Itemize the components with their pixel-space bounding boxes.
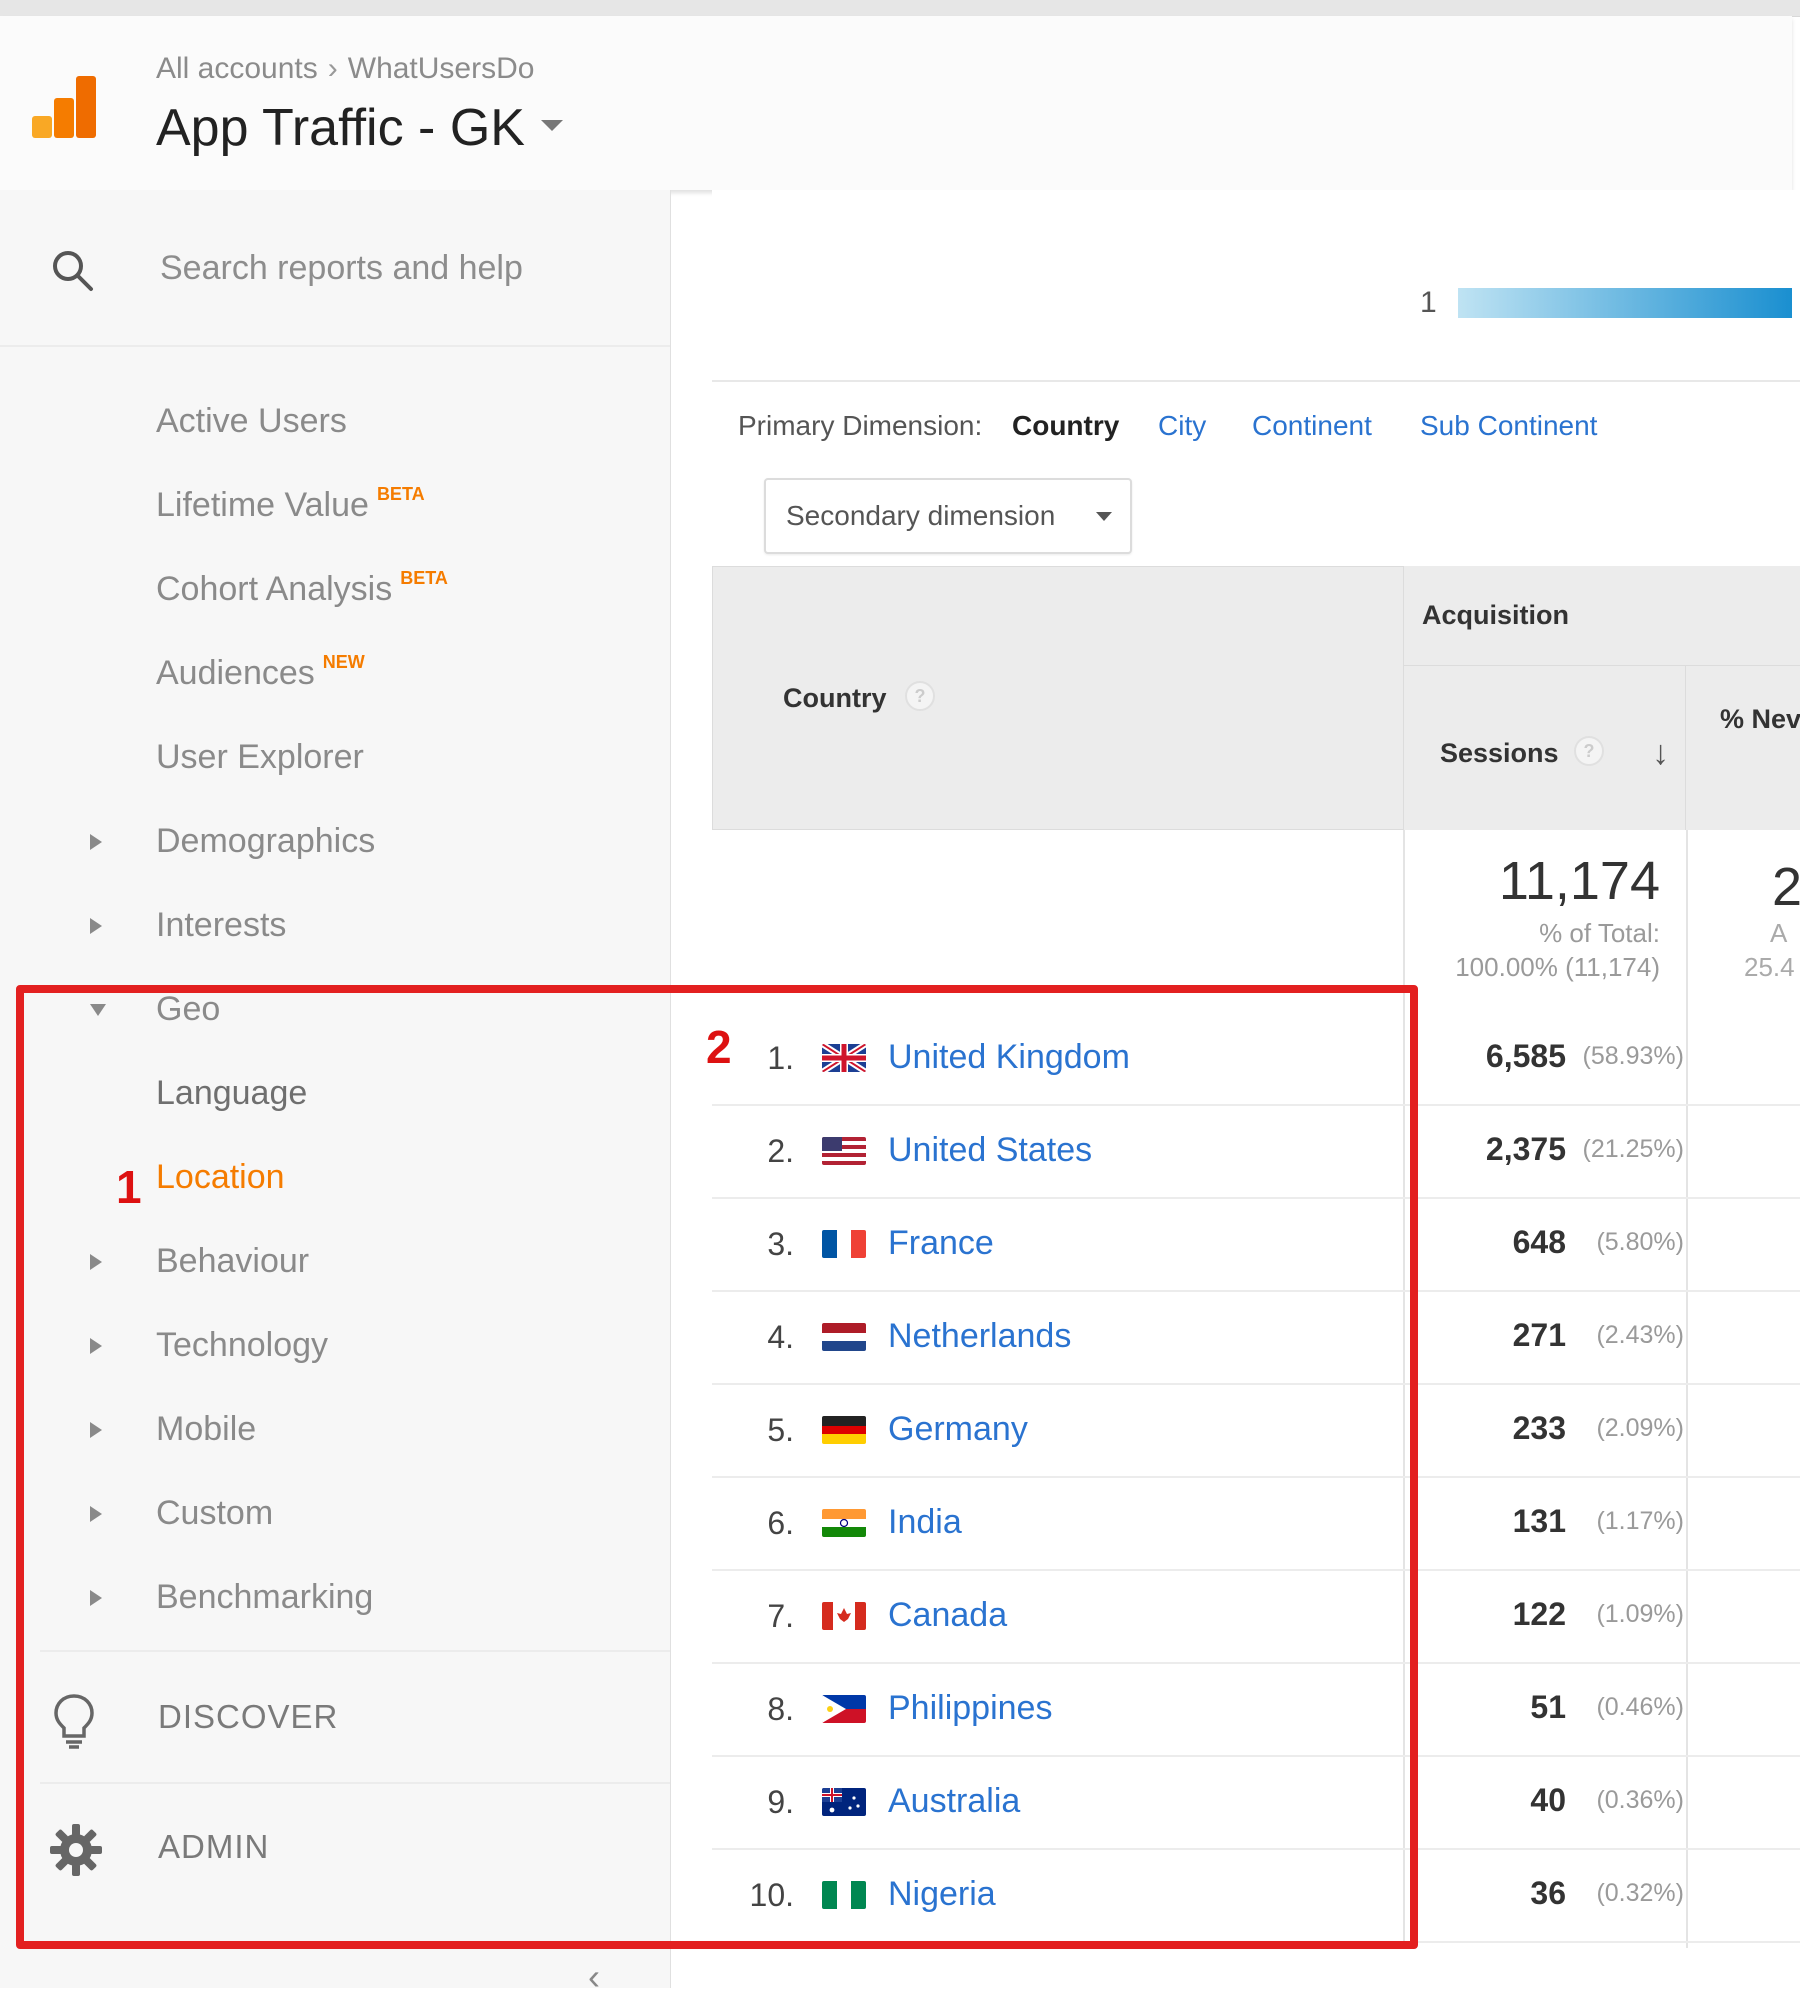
row-sessions: 233 bbox=[1512, 1410, 1566, 1446]
chevron-right-icon: › bbox=[327, 52, 338, 85]
sidebar-item-label: Interests bbox=[156, 906, 287, 944]
column-group-acquisition: Acquisition bbox=[1404, 566, 1800, 666]
sidebar-item-label: Demographics bbox=[156, 822, 376, 860]
column-header-new-sessions[interactable]: % Nev bbox=[1686, 666, 1800, 830]
browser-top-strip bbox=[0, 0, 1800, 17]
total-new-sub-line2: 25.4 bbox=[1744, 952, 1795, 982]
row-sessions: 40 bbox=[1530, 1782, 1566, 1818]
sidebar-item-label: Audiences bbox=[156, 654, 315, 692]
beta-badge: BETA bbox=[400, 568, 448, 588]
row-sessions: 51 bbox=[1530, 1689, 1566, 1725]
sidebar-item-label-wrap: Cohort Analysis BETA bbox=[156, 568, 448, 609]
new-badge: NEW bbox=[322, 652, 365, 672]
map-legend-gradient bbox=[1458, 288, 1792, 318]
dimension-city-link[interactable]: City bbox=[1158, 410, 1206, 442]
total-pct-value: 100.00% (11,174) bbox=[1455, 952, 1660, 982]
sidebar-item-lifetime-value[interactable]: Lifetime Value BETA bbox=[0, 464, 670, 544]
sidebar-item-label: User Explorer bbox=[156, 738, 364, 776]
breadcrumb-root[interactable]: All accounts bbox=[156, 52, 318, 85]
search-icon[interactable] bbox=[50, 248, 94, 292]
column-group-label: Acquisition bbox=[1422, 600, 1569, 630]
row-sessions: 271 bbox=[1512, 1317, 1566, 1353]
row-sessions: 2,375 bbox=[1485, 1131, 1566, 1167]
sidebar-item-cohort-analysis[interactable]: Cohort Analysis BETA bbox=[0, 548, 670, 628]
total-sessions-sub: % of Total: 100.00% (11,174) bbox=[1404, 916, 1660, 984]
sidebar-item-audiences[interactable]: Audiences NEW bbox=[0, 632, 670, 712]
column-header-label: % Nev bbox=[1720, 704, 1800, 734]
total-new-sessions-partial: 2 bbox=[1772, 857, 1800, 917]
primary-dimension-label: Primary Dimension: bbox=[738, 410, 983, 441]
sidebar-item-label-wrap: Lifetime Value BETA bbox=[156, 484, 425, 525]
sidebar-item-label: Cohort Analysis bbox=[156, 570, 393, 608]
sidebar-item-demographics[interactable]: Demographics bbox=[0, 800, 670, 880]
divider bbox=[712, 380, 1800, 382]
total-new-sessions-sub: A 25.4 bbox=[1744, 916, 1795, 984]
row-sessions: 6,585 bbox=[1485, 1038, 1566, 1074]
help-icon[interactable]: ? bbox=[905, 681, 935, 711]
row-sessions-pct: (1.09%) bbox=[1596, 1600, 1684, 1628]
dropdown-caret-icon bbox=[1096, 512, 1112, 521]
annotation-mark-1: 1 bbox=[116, 1161, 142, 1213]
column-header-label: Country bbox=[783, 683, 887, 713]
property-selector[interactable]: App Traffic - GK bbox=[156, 98, 563, 158]
map-legend-value: 1 bbox=[1420, 286, 1437, 319]
dropdown-caret-icon[interactable] bbox=[540, 119, 563, 131]
row-sessions-pct: (0.46%) bbox=[1596, 1693, 1684, 1721]
row-sessions-pct: (0.32%) bbox=[1596, 1879, 1684, 1907]
row-sessions-pct: (58.93%) bbox=[1582, 1042, 1684, 1070]
sidebar-item-label-wrap: Audiences NEW bbox=[156, 652, 365, 693]
sidebar-item-label: Lifetime Value bbox=[156, 486, 369, 524]
dimension-country-selected: Country bbox=[1012, 410, 1120, 441]
sort-descending-icon[interactable]: ↓ bbox=[1652, 734, 1669, 773]
sidebar-item-active-users[interactable]: Active Users bbox=[0, 380, 670, 460]
dimension-sub-continent-link[interactable]: Sub Continent bbox=[1420, 410, 1597, 442]
total-new-sub-line1: A bbox=[1770, 918, 1788, 948]
analytics-logo-icon[interactable] bbox=[28, 70, 100, 142]
beta-badge: BETA bbox=[376, 484, 425, 504]
column-header-country[interactable]: Country ? bbox=[712, 566, 1404, 830]
search-input[interactable] bbox=[160, 246, 640, 290]
sidebar-item-user-explorer[interactable]: User Explorer bbox=[0, 716, 670, 796]
expand-arrow-icon[interactable] bbox=[90, 918, 102, 934]
expand-arrow-icon[interactable] bbox=[90, 834, 102, 850]
row-sessions-pct: (1.17%) bbox=[1596, 1507, 1684, 1535]
property-title[interactable]: App Traffic - GK bbox=[156, 99, 525, 157]
secondary-dimension-label: Secondary dimension bbox=[786, 500, 1056, 531]
row-sessions: 648 bbox=[1512, 1224, 1566, 1260]
column-header-label: Sessions bbox=[1440, 738, 1559, 768]
column-header-sessions[interactable]: Sessions ? ↓ bbox=[1404, 666, 1686, 830]
total-sessions: 11,174 bbox=[1498, 851, 1660, 911]
sidebar-item-label: Active Users bbox=[156, 402, 347, 440]
row-sessions-pct: (2.09%) bbox=[1596, 1414, 1684, 1442]
sidebar-item-interests[interactable]: Interests bbox=[0, 884, 670, 964]
row-sessions-pct: (21.25%) bbox=[1582, 1135, 1684, 1163]
row-sessions-pct: (5.80%) bbox=[1596, 1228, 1684, 1256]
dimension-continent-link[interactable]: Continent bbox=[1252, 410, 1372, 442]
breadcrumb[interactable]: All accounts › WhatUsersDo bbox=[156, 52, 534, 86]
collapse-sidebar-icon[interactable]: ‹ bbox=[588, 1956, 600, 1998]
help-icon[interactable]: ? bbox=[1574, 736, 1604, 766]
secondary-dimension-dropdown[interactable]: Secondary dimension bbox=[764, 478, 1132, 554]
total-pct-label: % of Total: bbox=[1539, 918, 1660, 948]
breadcrumb-account[interactable]: WhatUsersDo bbox=[348, 52, 535, 85]
row-sessions: 122 bbox=[1512, 1596, 1566, 1632]
row-sessions: 36 bbox=[1530, 1875, 1566, 1911]
row-sessions-pct: (0.36%) bbox=[1596, 1786, 1684, 1814]
row-sessions: 131 bbox=[1512, 1503, 1566, 1539]
annotation-highlight-box bbox=[16, 985, 1418, 1949]
annotation-mark-2: 2 bbox=[706, 1021, 732, 1073]
row-sessions-pct: (2.43%) bbox=[1596, 1321, 1684, 1349]
